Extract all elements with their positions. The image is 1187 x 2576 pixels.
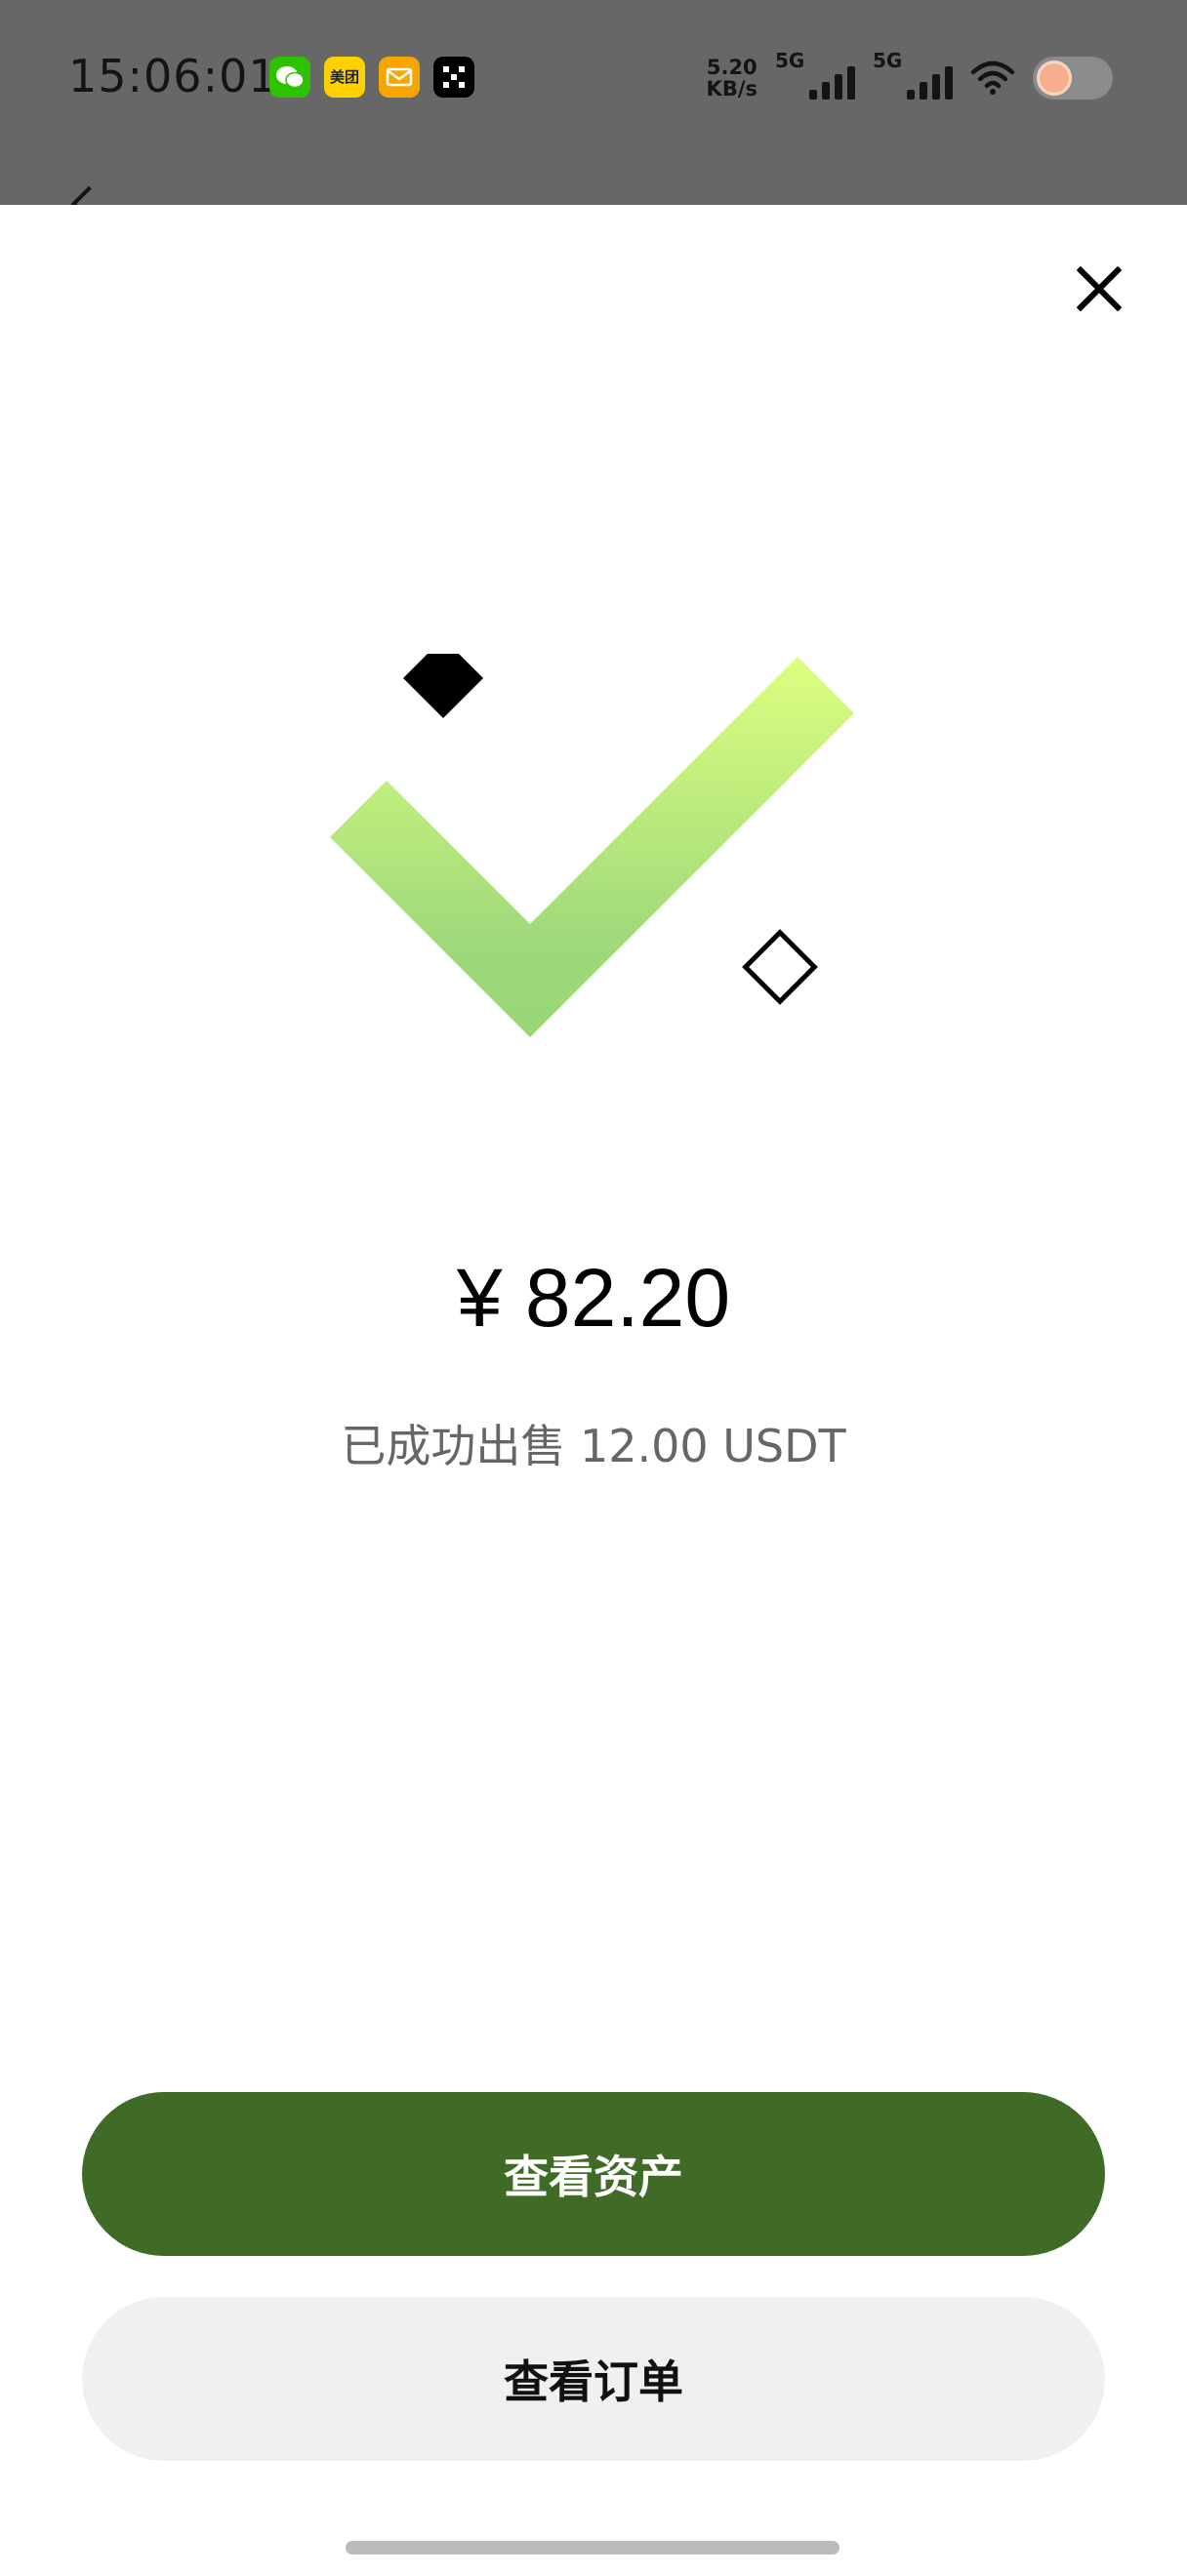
- solid-diamond-icon: [402, 654, 484, 719]
- signal-icon-2: 5G: [873, 49, 953, 105]
- notification-icons: 美团: [269, 57, 474, 98]
- okx-icon: [433, 57, 474, 98]
- home-indicator[interactable]: [346, 2541, 839, 2555]
- view-assets-button[interactable]: 查看资产: [82, 2092, 1105, 2256]
- success-sheet: ¥ 82.20 已成功出售 12.00 USDT 查看资产 查看订单: [0, 205, 1187, 2576]
- sale-message: 已成功出售 12.00 USDT: [341, 1420, 846, 1472]
- signal-label-2: 5G: [873, 49, 903, 72]
- battery-icon: [1033, 57, 1113, 100]
- meituan-label: 美团: [329, 67, 359, 86]
- mail-icon: [379, 57, 420, 98]
- system-icons: 5.20 KB/s 5G 5G: [707, 49, 1113, 105]
- status-time: 15:06:01: [68, 50, 278, 102]
- meituan-icon: 美团: [324, 57, 365, 98]
- network-speed: 5.20 KB/s: [707, 57, 757, 100]
- signal-label: 5G: [775, 49, 805, 72]
- status-bar: 15:06:01 美团 5.20 KB/s 5G 5G: [0, 0, 1187, 222]
- wechat-icon: [269, 57, 310, 98]
- close-button[interactable]: [1064, 254, 1134, 324]
- success-check-icon: [330, 654, 854, 1037]
- sale-amount: ¥ 82.20: [456, 1252, 731, 1344]
- view-orders-button[interactable]: 查看订单: [82, 2297, 1105, 2461]
- wifi-icon: [970, 60, 1015, 95]
- outline-diamond-icon: [742, 929, 818, 1005]
- signal-icon: 5G: [775, 49, 855, 105]
- network-speed-value: 5.20: [706, 56, 757, 79]
- network-speed-unit: KB/s: [706, 77, 757, 101]
